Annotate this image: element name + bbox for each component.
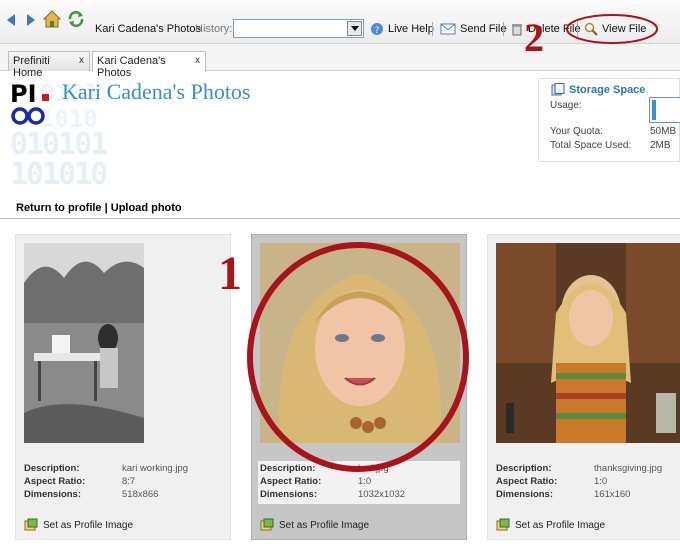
page-title: Kari Cadena's Photos — [62, 79, 251, 104]
tab-prefiniti-home[interactable]: Prefiniti Home x — [8, 51, 90, 79]
svg-text:PI: PI — [10, 80, 37, 108]
view-file-button[interactable]: View File — [584, 17, 646, 41]
dimensions-value: 518x866 — [122, 489, 159, 500]
aspect-value: 8:7 — [122, 476, 136, 487]
storage-title-label: Storage Space — [569, 84, 646, 96]
toolbar-separator — [432, 22, 433, 36]
photo-meta: Description: kari working.jpg Aspect Rati… — [24, 463, 224, 502]
photo-thanksgiving[interactable] — [496, 243, 680, 443]
quota-value: 50MB — [650, 126, 677, 137]
storage-panel: Storage Space Usage: Your Quota: 50MB To… — [538, 78, 680, 162]
usage-bar-fill — [652, 100, 656, 120]
header-links: Return to profile | Upload photo — [16, 202, 182, 214]
prefiniti-logo: PI — [10, 80, 49, 125]
photo-card-selected[interactable]: Description: kari.jpg Aspect Ratio: 1:0 Di… — [251, 234, 467, 540]
tab-label: Kari Cadena's Photos — [97, 55, 166, 79]
chevron-down-icon[interactable] — [347, 21, 362, 36]
quota-label: Your Quota: — [550, 126, 604, 137]
description-value: kari working.jpg — [122, 463, 188, 474]
photo-meta: Description: kari.jpg Aspect Ratio: 1:0 Di… — [260, 463, 460, 502]
storage-icon — [551, 83, 565, 96]
toolbar: Kari Cadena's Photos History: ? Live Hel… — [0, 0, 680, 44]
toolbar-separator — [577, 22, 578, 36]
total-used-label: Total Space Used: — [550, 140, 632, 151]
aspect-label: Aspect Ratio: — [496, 476, 558, 487]
binary-background-lower: 010101 101010 — [10, 130, 108, 192]
aspect-value: 1:0 — [358, 476, 372, 487]
set-profile-label: Set as Profile Image — [279, 519, 370, 531]
toolbar-separator — [503, 22, 504, 36]
picture-icon — [260, 518, 274, 531]
picture-icon — [496, 518, 510, 531]
usage-label: Usage: — [550, 100, 582, 111]
live-help-button[interactable]: ? Live Help — [370, 17, 434, 41]
history-dropdown[interactable] — [233, 19, 364, 38]
site-label: Kari Cadena's Photos — [95, 23, 202, 35]
refresh-icon[interactable] — [67, 10, 85, 28]
set-profile-image-button[interactable]: Set as Profile Image — [496, 518, 605, 532]
home-icon[interactable] — [43, 10, 61, 28]
set-profile-label: Set as Profile Image — [43, 519, 134, 531]
set-profile-image-button[interactable]: Set as Profile Image — [260, 518, 369, 532]
link-separator: | — [101, 202, 111, 214]
dimensions-label: Dimensions: — [24, 489, 82, 500]
photo-card[interactable]: Description: thanksgiving.jpg Aspect Rati… — [487, 234, 680, 540]
view-file-label: View File — [602, 23, 647, 35]
dimensions-value: 1032x1032 — [358, 489, 406, 500]
tab-label: Prefiniti Home — [13, 55, 50, 79]
description-value: kari.jpg — [358, 463, 389, 474]
description-label: Description: — [24, 463, 80, 474]
trash-icon — [512, 24, 522, 36]
delete-file-button[interactable]: Delete File — [510, 17, 581, 41]
tab-bar: Prefiniti Home x Kari Cadena's Photos x — [0, 44, 680, 79]
forward-arrow-icon[interactable] — [27, 14, 35, 26]
storage-title: Storage Space — [551, 83, 645, 97]
upload-photo-link[interactable]: Upload photo — [111, 202, 182, 214]
photo-card[interactable]: Description: kari working.jpg Aspect Rati… — [15, 234, 231, 540]
picture-icon — [24, 518, 38, 531]
description-value: thanksgiving.jpg — [594, 463, 663, 474]
dimensions-value: 161x160 — [594, 489, 631, 500]
magnifier-icon — [584, 22, 598, 36]
live-help-label: Live Help — [388, 23, 434, 35]
close-icon[interactable]: x — [79, 55, 84, 66]
aspect-label: Aspect Ratio: — [260, 476, 322, 487]
envelope-icon — [440, 23, 456, 35]
set-profile-image-button[interactable]: Set as Profile Image — [24, 518, 133, 532]
close-icon[interactable]: x — [195, 55, 200, 66]
aspect-label: Aspect Ratio: — [24, 476, 86, 487]
photo-kari[interactable] — [260, 243, 460, 443]
back-arrow-icon[interactable] — [7, 14, 15, 26]
photo-kari-working[interactable] — [24, 243, 144, 443]
divider — [0, 218, 680, 219]
send-file-button[interactable]: Send File — [440, 17, 506, 41]
dimensions-label: Dimensions: — [496, 489, 554, 500]
help-icon: ? — [371, 23, 383, 36]
usage-bar — [649, 97, 680, 123]
description-label: Description: — [260, 463, 316, 474]
total-used-value: 2MB — [650, 140, 671, 151]
tab-kari-photos[interactable]: Kari Cadena's Photos x — [92, 51, 206, 79]
description-label: Description: — [496, 463, 552, 474]
history-label: History: — [195, 23, 233, 35]
return-to-profile-link[interactable]: Return to profile — [16, 202, 102, 214]
send-file-label: Send File — [460, 23, 507, 35]
annotation-number-two: 2 — [524, 15, 544, 60]
dimensions-label: Dimensions: — [260, 489, 318, 500]
photo-meta: Description: thanksgiving.jpg Aspect Rati… — [496, 463, 680, 502]
svg-text:?: ? — [375, 26, 380, 36]
set-profile-label: Set as Profile Image — [515, 519, 606, 531]
annotation-number-one: 1 — [218, 247, 242, 300]
aspect-value: 1:0 — [594, 476, 608, 487]
